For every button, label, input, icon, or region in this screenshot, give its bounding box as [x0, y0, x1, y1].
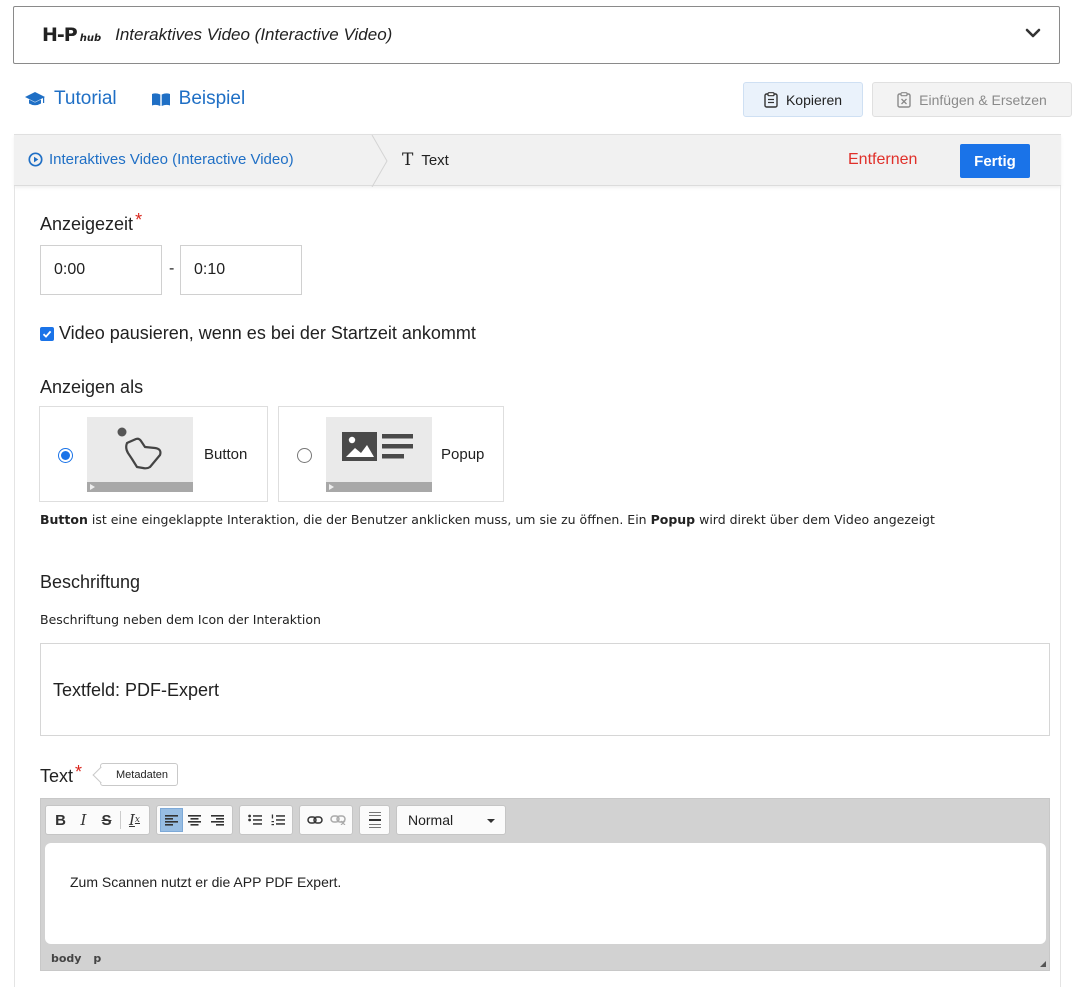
pause-label: Video pausieren, wenn es bei der Startze… — [59, 323, 476, 343]
breadcrumb-parent-label: Interaktives Video (Interactive Video) — [49, 151, 294, 168]
breadcrumb-current-label: Text — [421, 151, 449, 169]
toolbar-group-align — [156, 805, 233, 835]
display-option-button[interactable]: Button — [39, 406, 268, 502]
content-type-title: Interaktives Video (Interactive Video) — [115, 25, 393, 44]
unlink-icon — [329, 815, 346, 825]
italic-button[interactable]: I — [72, 808, 95, 832]
editor-toolbar: B I S Ix Normal — [45, 803, 506, 837]
tutorial-link[interactable]: Tutorial — [24, 88, 117, 110]
toolbar-group-basic: B I S Ix — [45, 805, 150, 835]
time-separator: - — [169, 260, 175, 277]
option-label-button: Button — [204, 446, 248, 463]
rich-text-editor: B I S Ix Normal Zum Scannen nutzt er die… — [40, 798, 1050, 971]
pause-video-option[interactable]: Video pausieren, wenn es bei der Startze… — [40, 323, 476, 344]
radio-popup-option[interactable] — [297, 448, 312, 463]
remove-button[interactable]: Entfernen — [848, 151, 917, 169]
display-time-label: Anzeigezeit * — [40, 210, 142, 235]
align-left-button[interactable] — [160, 808, 183, 832]
align-center-icon — [188, 814, 201, 826]
editor-content-area[interactable]: Zum Scannen nutzt er die APP PDF Expert. — [45, 843, 1046, 944]
open-book-icon — [151, 92, 170, 106]
option-label-popup: Popup — [441, 446, 485, 463]
clipboard-replace-icon — [897, 91, 911, 108]
paragraph-format-select[interactable]: Normal — [396, 805, 506, 835]
horizontal-rule-icon — [368, 812, 381, 828]
copy-button[interactable]: Kopieren — [743, 82, 863, 117]
numbered-list-button[interactable] — [266, 808, 289, 832]
paste-replace-button[interactable]: Einfügen & Ersetzen — [872, 82, 1072, 117]
resize-handle[interactable] — [1040, 961, 1046, 967]
strikethrough-button[interactable]: S — [95, 808, 118, 832]
help-bold-popup: Popup — [650, 512, 696, 527]
align-left-icon — [165, 814, 178, 826]
breadcrumb-separator — [371, 135, 388, 187]
display-option-popup[interactable]: Popup — [278, 406, 504, 502]
radio-button-option[interactable] — [58, 448, 73, 463]
help-links: Tutorial Beispiel — [24, 88, 245, 110]
toolbar-group-lists — [239, 805, 293, 835]
hand-pointer-icon — [117, 427, 162, 470]
caption-description: Beschriftung neben dem Icon der Interakt… — [40, 612, 321, 627]
example-link[interactable]: Beispiel — [151, 88, 246, 110]
unlink-button[interactable] — [326, 808, 349, 832]
path-element-body[interactable]: body — [51, 952, 81, 965]
end-time-input[interactable]: 0:10 — [180, 245, 302, 295]
link-button[interactable] — [303, 808, 326, 832]
align-right-button[interactable] — [206, 808, 229, 832]
check-icon — [42, 330, 52, 338]
breadcrumb-parent[interactable]: Interaktives Video (Interactive Video) — [28, 151, 294, 168]
required-mark: * — [75, 762, 83, 782]
done-button[interactable]: Fertig — [960, 144, 1030, 178]
popup-preview-image — [326, 417, 432, 492]
graduation-cap-icon — [25, 92, 45, 106]
breadcrumb-current: T Text — [402, 150, 449, 170]
breadcrumb: Interaktives Video (Interactive Video) T… — [14, 134, 1061, 187]
text-label-text: Text — [40, 766, 74, 786]
h5p-hub-logo: H-P hub — [42, 24, 101, 46]
logo-sub: hub — [79, 33, 102, 44]
paste-replace-label: Einfügen & Ersetzen — [919, 91, 1047, 108]
display-as-help: Button ist eine eingeklappte Interaktion… — [40, 512, 1040, 528]
caret-down-icon — [487, 819, 495, 823]
required-mark: * — [135, 210, 143, 230]
help-bold-button: Button — [40, 512, 88, 527]
text-label: Text * — [40, 762, 82, 787]
image-text-icon — [342, 432, 413, 461]
display-as-label: Anzeigen als — [40, 377, 144, 397]
copy-label: Kopieren — [785, 91, 843, 108]
remove-format-button[interactable]: Ix — [123, 808, 146, 832]
toolbar-group-links — [299, 805, 353, 835]
path-element-p[interactable]: p — [93, 952, 101, 965]
button-preview-image — [87, 417, 193, 492]
content-type-selector[interactable]: H-P hub Interaktives Video (Interactive … — [13, 6, 1060, 64]
align-right-icon — [211, 814, 224, 826]
toolbar-separator — [120, 811, 121, 829]
help-text-1: ist eine eingeklappte Interaktion, die d… — [87, 512, 651, 527]
example-label: Beispiel — [178, 88, 246, 109]
chevron-down-icon[interactable] — [1025, 25, 1041, 41]
format-select-value: Normal — [408, 812, 454, 828]
clipboard-icon — [764, 91, 778, 108]
display-time-label-text: Anzeigezeit — [40, 214, 134, 234]
play-circle-icon — [28, 152, 43, 167]
numbered-list-icon — [271, 814, 285, 826]
bold-button[interactable]: B — [49, 808, 72, 832]
caption-label: Beschriftung — [40, 572, 141, 592]
bulleted-list-button[interactable] — [243, 808, 266, 832]
tutorial-label: Tutorial — [54, 88, 117, 109]
help-text-2: wird direkt über dem Video angezeigt — [695, 512, 935, 527]
start-time-input[interactable]: 0:00 — [40, 245, 162, 295]
link-icon — [306, 816, 323, 824]
toolbar-group-insert — [359, 805, 390, 835]
align-center-button[interactable] — [183, 808, 206, 832]
text-type-icon: T — [402, 150, 414, 170]
metadata-button[interactable]: Metadaten — [100, 763, 178, 786]
element-path-bar: body p — [51, 952, 109, 965]
horizontal-rule-button[interactable] — [363, 808, 386, 832]
bulleted-list-icon — [247, 814, 262, 825]
caption-input[interactable]: Textfeld: PDF-Expert — [40, 643, 1050, 736]
logo-main: H-P — [42, 24, 78, 46]
pause-checkbox[interactable] — [40, 326, 54, 341]
